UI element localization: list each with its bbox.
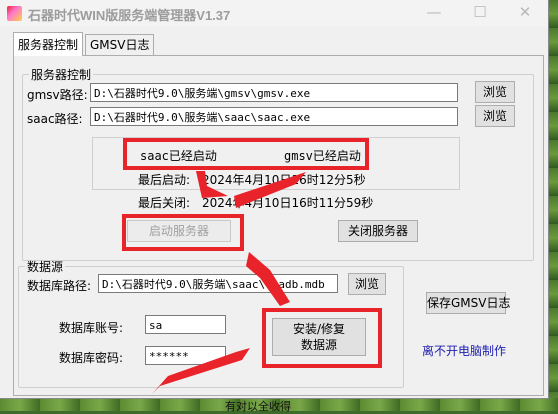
close-icon: ✕ xyxy=(518,3,532,21)
last-start-value: 2024年4月10日16时12分5秒 xyxy=(202,173,366,187)
title-bar: 石器时代WIN版服务端管理器V1.37 — ☐ ✕ xyxy=(0,0,548,27)
window-title: 石器时代WIN版服务端管理器V1.37 xyxy=(28,8,231,23)
footer-note: 离不开电脑制作 xyxy=(422,344,507,358)
app-window: 石器时代WIN版服务端管理器V1.37 — ☐ ✕ 服务器控制 GMSV日志 服… xyxy=(0,0,549,399)
saac-status-text: saac已经启动 xyxy=(140,149,217,163)
background-text: 有对以全收得 xyxy=(225,400,291,413)
db-path-label: 数据库路径: xyxy=(27,279,92,293)
saac-browse-button[interactable]: 浏览 xyxy=(475,105,515,127)
db-account-input[interactable]: sa xyxy=(145,315,226,334)
db-browse-button[interactable]: 浏览 xyxy=(348,273,386,295)
desktop-background-bottom: 有对以全收得 xyxy=(0,398,558,413)
desktop-background-right xyxy=(548,0,558,411)
app-icon xyxy=(7,6,22,21)
last-stop-value: 2024年4月10日16时11分59秒 xyxy=(202,196,374,210)
install-button-line1: 安装/修复 xyxy=(292,322,346,336)
gmsv-status-text: gmsv已经启动 xyxy=(284,149,361,163)
last-start-label: 最后启动: xyxy=(138,173,191,187)
db-account-label: 数据库账号: xyxy=(59,321,124,335)
maximize-button[interactable]: ☐ xyxy=(457,0,503,27)
db-password-input[interactable]: ****** xyxy=(145,346,226,365)
server-control-legend: 服务器控制 xyxy=(31,68,92,82)
db-password-label: 数据库密码: xyxy=(59,351,124,365)
gmsv-path-label: gmsv路径: xyxy=(27,88,88,102)
install-datasource-button[interactable]: 安装/修复 数据源 xyxy=(272,318,366,356)
stop-server-button[interactable]: 关闭服务器 xyxy=(338,220,418,242)
last-stop-label: 最后关闭: xyxy=(138,196,191,210)
install-button-line2: 数据源 xyxy=(300,338,337,352)
gmsv-browse-button[interactable]: 浏览 xyxy=(475,81,515,103)
maximize-icon: ☐ xyxy=(473,3,487,21)
db-path-input[interactable]: D:\石器时代9.0\服务端\saac\csadb.mdb xyxy=(98,274,338,293)
save-gmsv-log-button[interactable]: 保存GMSV日志 xyxy=(426,292,510,314)
data-source-legend: 数据源 xyxy=(27,260,64,274)
minimize-button[interactable]: — xyxy=(411,0,457,27)
tab-server-control[interactable]: 服务器控制 xyxy=(13,32,84,56)
saac-path-input[interactable]: D:\石器时代9.0\服务端\saac\saac.exe xyxy=(90,107,458,126)
tab-gmsv-log[interactable]: GMSV日志 xyxy=(85,34,155,55)
start-server-button[interactable]: 启动服务器 xyxy=(127,220,231,242)
close-button[interactable]: ✕ xyxy=(502,0,548,27)
saac-path-label: saac路径: xyxy=(27,112,83,126)
gmsv-path-input[interactable]: D:\石器时代9.0\服务端\gmsv\gmsv.exe xyxy=(90,83,458,102)
minimize-icon: — xyxy=(426,3,442,21)
